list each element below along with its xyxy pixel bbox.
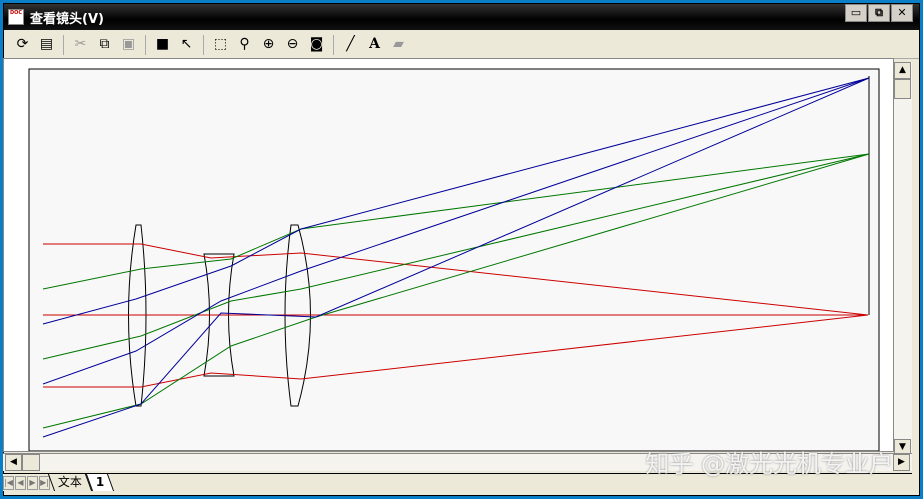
paste-icon[interactable]: ▣ — [118, 34, 139, 55]
scroll-left-button[interactable]: ◀ — [5, 454, 22, 471]
window-title: 查看镜头(V) — [30, 11, 104, 27]
lens-layout-diagram — [28, 68, 880, 452]
scroll-right-button[interactable]: ▶ — [893, 454, 910, 471]
eraser-icon[interactable]: ▰ — [388, 34, 409, 55]
tab-text[interactable]: 文本 — [47, 474, 93, 491]
scroll-up-button[interactable]: ▲ — [894, 62, 911, 79]
refresh-icon[interactable]: ⟳ — [12, 34, 33, 55]
document-icon: DOC — [8, 9, 24, 25]
next-tab-button[interactable]: ▶ — [27, 475, 38, 490]
tab-1[interactable]: 1 — [85, 474, 115, 491]
save-icon[interactable]: ■ — [152, 34, 173, 55]
horizontal-scrollbar[interactable]: ◀ ▶ — [3, 453, 912, 471]
restore-button[interactable]: ⧉ — [868, 4, 890, 22]
toolbar-separator — [63, 34, 64, 55]
line-icon[interactable]: ╱ — [340, 34, 361, 55]
scroll-thumb[interactable] — [22, 454, 40, 471]
scroll-thumb[interactable] — [894, 79, 911, 99]
vertical-scrollbar[interactable]: ▲ ▼ — [894, 62, 912, 456]
zoom-in-icon[interactable]: ⊕ — [258, 34, 279, 55]
zoom-out-icon[interactable]: ⊖ — [282, 34, 303, 55]
lens-drawing-canvas[interactable] — [3, 58, 894, 452]
prev-tab-button[interactable]: ◀ — [15, 475, 26, 490]
pointer-icon[interactable]: ↖ — [176, 34, 197, 55]
toolbar: ⟳ ▤ ✂ ⧉ ▣ ■ ↖ ⬚ ⚲ ⊕ ⊖ ◙ ╱ A ▰ — [4, 31, 919, 59]
settings-icon[interactable]: ▤ — [36, 34, 57, 55]
copy-icon[interactable]: ⧉ — [94, 34, 115, 55]
zoom-fit-icon[interactable]: ◙ — [306, 34, 327, 55]
title-bar: DOC 查看镜头(V) ▭ ⧉ ✕ — [4, 4, 919, 30]
zoom-pan-icon[interactable]: ⚲ — [234, 34, 255, 55]
sheet-tabs: |◀ ◀ ▶ ▶| 文本 1 — [3, 473, 912, 491]
close-button[interactable]: ✕ — [891, 4, 913, 22]
minimize-button[interactable]: ▭ — [845, 4, 867, 22]
zoom-box-icon[interactable]: ⬚ — [210, 34, 231, 55]
text-icon[interactable]: A — [364, 34, 385, 55]
toolbar-separator — [145, 34, 146, 55]
first-tab-button[interactable]: |◀ — [3, 475, 14, 490]
toolbar-separator — [333, 34, 334, 55]
cut-icon[interactable]: ✂ — [70, 34, 91, 55]
toolbar-separator — [203, 34, 204, 55]
